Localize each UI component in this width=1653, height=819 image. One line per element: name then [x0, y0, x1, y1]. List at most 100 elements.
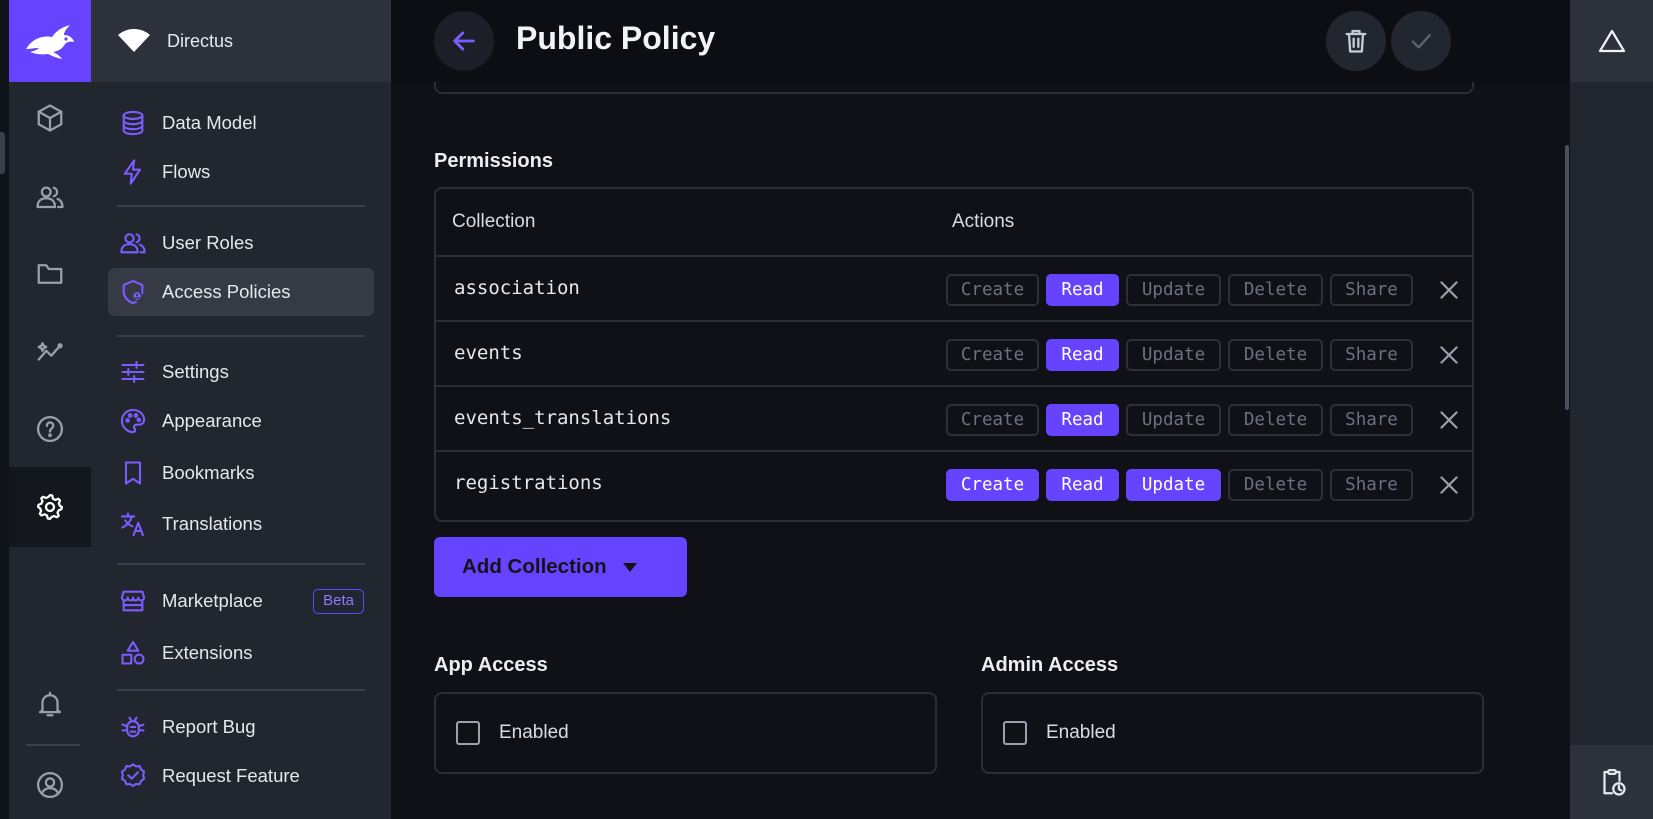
action-share-toggle[interactable]: Share — [1330, 469, 1413, 501]
page-header: Public Policy — [391, 0, 1570, 82]
nav-item-label: Data Model — [162, 112, 257, 133]
nav-item-label: Marketplace — [162, 590, 263, 611]
permissions-table-header: Collection Actions — [436, 189, 1472, 257]
policy-icon — [122, 279, 144, 305]
window-edge — [0, 0, 9, 819]
nav-divider — [117, 205, 365, 207]
module-insights-button[interactable] — [9, 312, 91, 392]
module-settings-button[interactable] — [9, 467, 91, 547]
action-update-toggle[interactable]: Update — [1126, 339, 1221, 371]
action-create-toggle[interactable]: Create — [946, 339, 1039, 371]
tune-icon — [121, 361, 145, 383]
arrow-left-icon — [453, 31, 475, 51]
account-icon — [37, 772, 63, 798]
project-header[interactable]: Directus — [91, 0, 391, 82]
nav-item-flows[interactable]: Flows — [108, 148, 374, 196]
nav-item-access-policies[interactable]: Access Policies — [108, 268, 374, 316]
translate-icon — [120, 512, 144, 537]
action-read-toggle[interactable]: Read — [1046, 404, 1119, 436]
bolt-icon — [123, 159, 142, 185]
action-share-toggle[interactable]: Share — [1330, 404, 1413, 436]
nav-item-bookmarks[interactable]: Bookmarks — [108, 449, 374, 497]
delete-button[interactable] — [1326, 11, 1386, 71]
action-create-toggle[interactable]: Create — [946, 404, 1039, 436]
trash-icon — [1345, 29, 1367, 53]
sidebar-revisions-toggle[interactable] — [1570, 745, 1653, 819]
storefront-icon — [120, 590, 146, 612]
add-collection-label: Add Collection — [462, 555, 607, 578]
collection-name: association — [454, 277, 580, 299]
module-help-button[interactable] — [9, 389, 91, 469]
module-users-button[interactable] — [9, 157, 91, 237]
module-files-button[interactable] — [9, 234, 91, 314]
rabbit-logo-icon — [26, 25, 74, 59]
column-header-collection: Collection — [452, 211, 536, 232]
collection-name: registrations — [454, 472, 603, 494]
users-icon — [36, 186, 64, 209]
nav-item-marketplace[interactable]: Marketplace Beta — [108, 577, 374, 625]
action-delete-toggle[interactable]: Delete — [1228, 469, 1323, 501]
nav-item-appearance[interactable]: Appearance — [108, 397, 374, 445]
nav-item-label: Bookmarks — [162, 462, 255, 483]
save-button[interactable] — [1391, 11, 1451, 71]
nav-item-report-bug[interactable]: Report Bug — [108, 703, 374, 751]
app-access-checkbox-field[interactable]: Enabled — [434, 692, 937, 774]
insights-icon — [37, 342, 63, 361]
folder-icon — [37, 264, 63, 284]
action-read-toggle[interactable]: Read — [1046, 274, 1119, 306]
action-update-toggle[interactable]: Update — [1126, 469, 1221, 501]
cube-icon — [37, 104, 63, 132]
main-scrollbar[interactable] — [1565, 145, 1569, 410]
remove-collection-button[interactable] — [1436, 277, 1462, 303]
app-access-checkbox[interactable] — [456, 721, 480, 745]
remove-collection-button[interactable] — [1436, 472, 1462, 498]
palette-icon — [120, 408, 146, 434]
action-share-toggle[interactable]: Share — [1330, 274, 1413, 306]
window-edge-handle — [0, 132, 5, 174]
nav-item-label: Report Bug — [162, 716, 256, 737]
nav-item-label: Translations — [162, 513, 263, 534]
settings-navigation: Directus Data Model Flows User Roles Acc… — [91, 0, 391, 819]
nav-item-data-model[interactable]: Data Model — [108, 99, 374, 147]
nav-item-label: Flows — [162, 161, 211, 182]
action-create-toggle[interactable]: Create — [946, 469, 1039, 501]
action-share-toggle[interactable]: Share — [1330, 339, 1413, 371]
nav-item-extensions[interactable]: Extensions — [108, 629, 374, 677]
nav-item-request-feature[interactable]: Request Feature — [108, 752, 374, 800]
action-delete-toggle[interactable]: Delete — [1228, 274, 1323, 306]
collection-name: events_translations — [454, 407, 672, 429]
nav-divider — [117, 689, 365, 691]
admin-access-checkbox-field[interactable]: Enabled — [981, 692, 1484, 774]
user-account-button[interactable] — [9, 745, 91, 819]
action-read-toggle[interactable]: Read — [1046, 339, 1119, 371]
action-update-toggle[interactable]: Update — [1126, 274, 1221, 306]
nav-divider — [117, 563, 365, 565]
nav-item-user-roles[interactable]: User Roles — [108, 219, 374, 267]
back-button[interactable] — [434, 11, 494, 71]
action-read-toggle[interactable]: Read — [1046, 469, 1119, 501]
directus-logo[interactable] — [9, 0, 91, 82]
module-content-button[interactable] — [9, 78, 91, 158]
action-delete-toggle[interactable]: Delete — [1228, 404, 1323, 436]
notifications-button[interactable] — [9, 664, 91, 744]
action-update-toggle[interactable]: Update — [1126, 404, 1221, 436]
shapes-icon — [121, 640, 145, 665]
remove-collection-button[interactable] — [1436, 342, 1462, 368]
add-collection-button[interactable]: Add Collection — [434, 537, 687, 597]
nav-item-label: User Roles — [162, 232, 254, 253]
main-content: Permissions Collection Actions associati… — [391, 0, 1570, 819]
app-access-label: App Access — [434, 654, 548, 676]
action-delete-toggle[interactable]: Delete — [1228, 339, 1323, 371]
close-icon — [1440, 476, 1458, 494]
bug-icon — [121, 716, 145, 738]
sidebar-info-toggle[interactable] — [1570, 0, 1653, 82]
close-icon — [1440, 346, 1458, 364]
table-row: events Create Read Update Delete Share — [436, 322, 1472, 387]
remove-collection-button[interactable] — [1436, 407, 1462, 433]
nav-item-translations[interactable]: Translations — [108, 500, 374, 548]
admin-access-label: Admin Access — [981, 654, 1119, 676]
admin-access-checkbox[interactable] — [1003, 721, 1027, 745]
nav-item-settings[interactable]: Settings — [108, 348, 374, 396]
action-create-toggle[interactable]: Create — [946, 274, 1039, 306]
clipboard-clock-icon — [1602, 769, 1626, 796]
